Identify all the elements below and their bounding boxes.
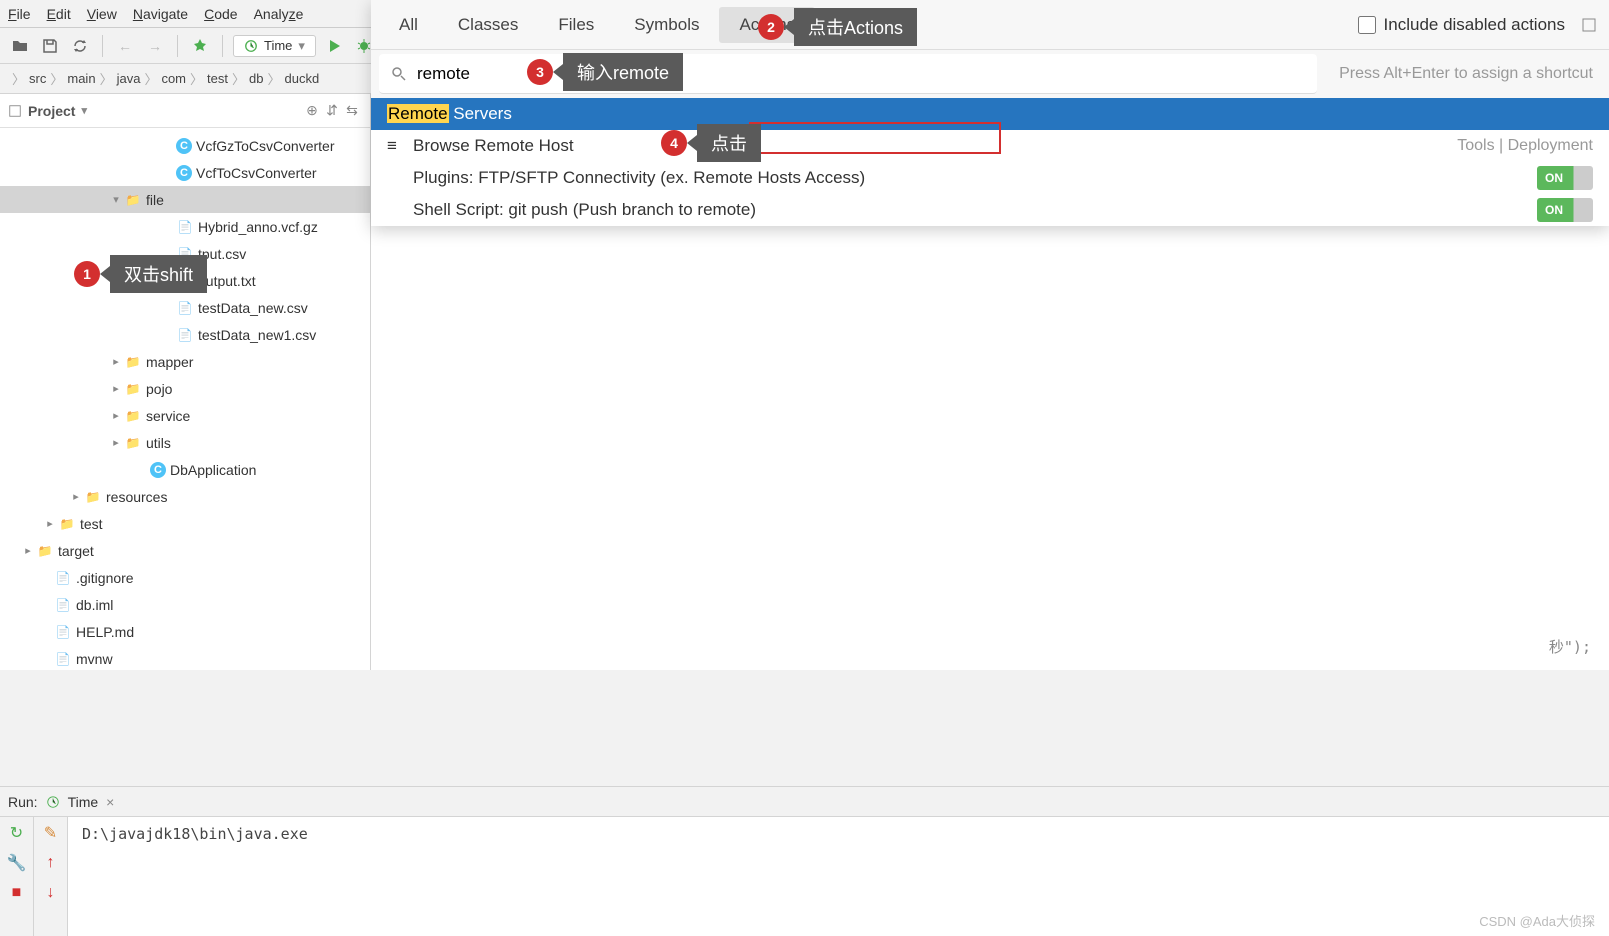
- search-tabs: All Classes Files Symbols Actions Includ…: [371, 0, 1609, 50]
- tree-item[interactable]: ▸📁service: [0, 402, 370, 429]
- menu-file[interactable]: File: [8, 6, 31, 22]
- annotation: 1双击shift: [74, 255, 207, 293]
- run-label: Run:: [8, 794, 38, 810]
- run-gutter2: ✎ ↑ ↓: [34, 817, 68, 936]
- down-arrow-icon[interactable]: ↓: [41, 883, 61, 903]
- toggle-switch[interactable]: [1537, 166, 1593, 190]
- run-panel: Run: Time × ↻ 🔧 ■ ✎ ↑ ↓ D:\javajdk18\bin…: [0, 786, 1609, 936]
- search-hint: Press Alt+Enter to assign a shortcut: [1339, 65, 1593, 83]
- tree-item[interactable]: ▸📁resources: [0, 483, 370, 510]
- project-tree[interactable]: CVcfGzToCsvConverterCVcfToCsvConverter▾📁…: [0, 128, 370, 670]
- menu-analyze[interactable]: Analyze: [254, 6, 304, 22]
- tree-item[interactable]: ▾📁file: [0, 186, 370, 213]
- checkbox-icon[interactable]: [1358, 16, 1376, 34]
- popup-window-icon[interactable]: [1577, 13, 1601, 37]
- run-config-selector[interactable]: Time ▾: [233, 35, 316, 57]
- eraser-icon[interactable]: ✎: [41, 823, 61, 843]
- tree-item[interactable]: CDbApplication: [0, 456, 370, 483]
- search-icon: [391, 66, 407, 82]
- crumb[interactable]: com: [161, 71, 186, 86]
- clock-icon: [46, 795, 60, 809]
- tree-item[interactable]: 📄db.iml: [0, 591, 370, 618]
- crumb[interactable]: java: [117, 71, 141, 86]
- run-config-label: Time: [264, 38, 292, 53]
- tree-item[interactable]: ▸📁utils: [0, 429, 370, 456]
- crumb[interactable]: test: [207, 71, 228, 86]
- open-file-icon[interactable]: [8, 34, 32, 58]
- run-gutter: ↻ 🔧 ■: [0, 817, 34, 936]
- tree-item[interactable]: 📄testData_new1.csv: [0, 321, 370, 348]
- project-title[interactable]: Project ▾: [8, 103, 87, 119]
- search-results: Remote Servers≡Browse Remote HostTools |…: [371, 98, 1609, 226]
- crumb[interactable]: main: [67, 71, 95, 86]
- annotation: 4点击: [661, 124, 761, 162]
- crumb[interactable]: db: [249, 71, 263, 86]
- watermark: CSDN @Ada大侦探: [1479, 911, 1595, 930]
- search-result[interactable]: Plugins: FTP/SFTP Connectivity (ex. Remo…: [371, 162, 1609, 194]
- build-icon[interactable]: [188, 34, 212, 58]
- sync-icon[interactable]: [68, 34, 92, 58]
- up-arrow-icon[interactable]: ↑: [41, 853, 61, 873]
- search-everywhere-popup: All Classes Files Symbols Actions Includ…: [371, 0, 1609, 226]
- collapse-icon[interactable]: ⇆: [342, 101, 362, 121]
- tree-item[interactable]: ▸📁pojo: [0, 375, 370, 402]
- toggle-switch[interactable]: [1537, 198, 1593, 222]
- rerun-icon[interactable]: ↻: [7, 823, 27, 843]
- search-input-row: [379, 54, 1317, 94]
- code-fragment: 秒");: [1549, 636, 1591, 657]
- search-result[interactable]: Shell Script: git push (Push branch to r…: [371, 194, 1609, 226]
- tree-item[interactable]: 📄HELP.md: [0, 618, 370, 645]
- crumb[interactable]: src: [29, 71, 46, 86]
- wrench-icon[interactable]: 🔧: [7, 853, 27, 873]
- search-result[interactable]: ≡Browse Remote HostTools | Deployment: [371, 130, 1609, 162]
- include-disabled-checkbox[interactable]: Include disabled actions: [1358, 15, 1565, 35]
- expand-icon[interactable]: ⇵: [322, 101, 342, 121]
- tab-files[interactable]: Files: [538, 7, 614, 43]
- close-tab-icon[interactable]: ×: [106, 794, 114, 810]
- tree-item[interactable]: ▸📁test: [0, 510, 370, 537]
- tree-item[interactable]: CVcfGzToCsvConverter: [0, 132, 370, 159]
- forward-icon[interactable]: →: [143, 34, 167, 58]
- tree-item[interactable]: 📄testData_new.csv: [0, 294, 370, 321]
- tree-item[interactable]: ▸📁target: [0, 537, 370, 564]
- run-config-name[interactable]: Time: [68, 794, 99, 810]
- tree-item[interactable]: 📄Hybrid_anno.vcf.gz: [0, 213, 370, 240]
- tree-item[interactable]: ▸📁mapper: [0, 348, 370, 375]
- search-result[interactable]: Remote Servers: [371, 98, 1609, 130]
- menu-view[interactable]: View: [87, 6, 117, 22]
- project-header: Project ▾ ⊕ ⇵ ⇆: [0, 94, 370, 128]
- run-header: Run: Time ×: [0, 787, 1609, 817]
- tree-item[interactable]: 📄.gitignore: [0, 564, 370, 591]
- tab-classes[interactable]: Classes: [438, 7, 538, 43]
- run-icon[interactable]: [322, 34, 346, 58]
- annotation: 3输入remote: [527, 53, 683, 91]
- tab-all[interactable]: All: [379, 7, 438, 43]
- tree-item[interactable]: CVcfToCsvConverter: [0, 159, 370, 186]
- tree-item[interactable]: 📄mvnw: [0, 645, 370, 670]
- tab-symbols[interactable]: Symbols: [614, 7, 719, 43]
- project-sidebar: Project ▾ ⊕ ⇵ ⇆ CVcfGzToCsvConverterCVcf…: [0, 94, 371, 670]
- menu-code[interactable]: Code: [204, 6, 237, 22]
- console-output[interactable]: D:\javajdk18\bin\java.exe: [68, 817, 1609, 936]
- crumb[interactable]: duckd: [285, 71, 320, 86]
- menu-navigate[interactable]: Navigate: [133, 6, 188, 22]
- stop-icon[interactable]: ■: [7, 883, 27, 903]
- save-icon[interactable]: [38, 34, 62, 58]
- back-icon[interactable]: ←: [113, 34, 137, 58]
- menu-edit[interactable]: Edit: [47, 6, 71, 22]
- target-icon[interactable]: ⊕: [302, 101, 322, 121]
- annotation: 2点击Actions: [758, 8, 917, 46]
